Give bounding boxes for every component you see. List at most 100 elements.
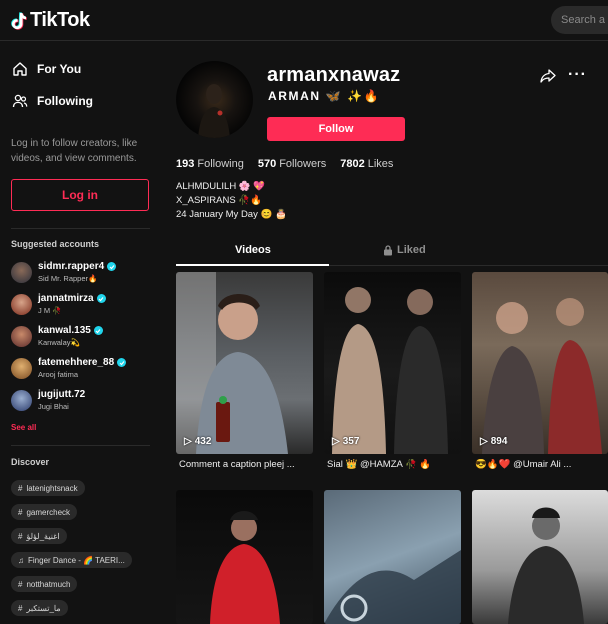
- login-hint: Log in to follow creators, like videos, …: [11, 138, 138, 164]
- video-thumbnail[interactable]: [472, 490, 608, 624]
- followers-count: 570: [257, 158, 277, 170]
- more-options-icon[interactable]: ···: [568, 66, 587, 84]
- following-label: Following: [197, 158, 244, 170]
- discover-tag[interactable]: # اغنية_لؤلؤ: [11, 528, 67, 544]
- discover-music[interactable]: ♫ Finger Dance - 🌈 TAERI...: [11, 552, 132, 568]
- hashtag-icon: #: [18, 483, 23, 493]
- followers-stat[interactable]: 570 Followers: [258, 158, 326, 170]
- nav-for-you-label: For You: [37, 62, 82, 76]
- suggested-account[interactable]: sidmr.rapper4 Sid Mr. Rapper🔥: [11, 261, 117, 283]
- video-thumbnail[interactable]: ▷ 432: [176, 272, 313, 454]
- likes-count: 7802: [340, 158, 365, 170]
- discover-tag[interactable]: # latenightsnack: [11, 480, 85, 496]
- view-count-value: 357: [342, 436, 360, 447]
- search-input[interactable]: Search a: [551, 6, 608, 34]
- suggested-account[interactable]: fatemehhere_88 Arooj fatima: [11, 357, 127, 379]
- tab-liked-label: Liked: [397, 244, 426, 256]
- play-icon: ▷: [480, 436, 488, 447]
- video-preview-image: [332, 287, 448, 454]
- suggested-account[interactable]: kanwal.135 Kanwalay💫: [11, 325, 103, 347]
- discover-tag[interactable]: # ما_تستكبر: [11, 600, 68, 616]
- discover-tag-label: gamercheck: [26, 507, 71, 517]
- discover-tag-label: notthatmuch: [26, 579, 71, 589]
- likes-stat: 7802 Likes: [340, 158, 393, 170]
- video-thumbnail[interactable]: [176, 490, 313, 624]
- account-display-name: Arooj fatima: [38, 370, 79, 379]
- lock-icon: [384, 244, 392, 255]
- verified-badge-icon: [96, 294, 106, 303]
- profile-username: armanxnawaz: [267, 64, 401, 86]
- share-icon[interactable]: [540, 68, 556, 89]
- nav-following-label: Following: [37, 94, 93, 108]
- discover-tag[interactable]: # notthatmuch: [11, 576, 78, 592]
- account-display-name: Kanwalay💫: [38, 338, 80, 347]
- avatar: [11, 261, 32, 283]
- people-icon: [12, 94, 28, 108]
- video-preview-image: [324, 550, 461, 624]
- account-username: fatemehhere_88: [38, 357, 115, 368]
- profile-nickname: ARMAN 🦋 ✨🔥: [268, 89, 381, 103]
- logo-text: TikTok: [30, 9, 90, 31]
- divider: [11, 228, 150, 229]
- profile-avatar: [176, 61, 253, 138]
- video-thumbnail[interactable]: ▷ 894: [472, 272, 608, 454]
- suggested-account[interactable]: jugijutt.72 Jugi Bhai: [11, 389, 85, 411]
- verified-badge-icon: [107, 262, 117, 271]
- verified-badge-icon: [93, 326, 103, 335]
- suggested-accounts-title: Suggested accounts: [11, 239, 100, 249]
- video-caption: 😎🔥❤️ @Umair Ali ...: [475, 459, 572, 470]
- view-count-value: 432: [194, 436, 212, 447]
- bio-line: ALHMDULILH 🌸 💖: [176, 181, 266, 192]
- likes-label: Likes: [367, 158, 394, 170]
- bio-line: X_ASPIRANS 🥀🔥: [176, 195, 262, 206]
- view-count-value: 894: [490, 436, 508, 447]
- suggested-account[interactable]: jannatmirza J M 🥀: [11, 293, 106, 315]
- account-display-name: J M 🥀: [38, 306, 62, 315]
- tiktok-logo[interactable]: TikTok: [11, 9, 90, 32]
- active-tab-indicator: [176, 264, 329, 266]
- video-caption: Sial 👑 @HAMZA 🥀 🔥: [327, 459, 432, 470]
- nav-following[interactable]: Following: [12, 93, 93, 109]
- video-preview-image: [482, 298, 602, 454]
- account-display-name: Jugi Bhai: [38, 402, 69, 411]
- video-preview-image: [176, 272, 288, 454]
- video-preview-image: [508, 507, 584, 624]
- see-all-link[interactable]: See all: [11, 423, 36, 432]
- nav-for-you[interactable]: For You: [12, 61, 81, 77]
- avatar: [11, 293, 32, 315]
- avatar: [11, 325, 32, 347]
- tiktok-note-icon: [11, 11, 27, 30]
- profile-stats: 193 Following 570 Followers 7802 Likes: [176, 158, 393, 170]
- tab-liked[interactable]: Liked: [383, 244, 426, 256]
- follow-button[interactable]: Follow: [267, 117, 405, 141]
- home-icon: [13, 62, 27, 76]
- video-thumbnail[interactable]: ▷ 357: [324, 272, 461, 454]
- top-bar: TikTok Search a: [0, 0, 608, 41]
- tab-videos[interactable]: Videos: [235, 244, 271, 256]
- discover-tag[interactable]: # gamercheck: [11, 504, 78, 520]
- hashtag-icon: #: [18, 507, 23, 517]
- account-username: sidmr.rapper4: [38, 261, 105, 272]
- divider: [11, 445, 150, 446]
- hashtag-icon: #: [18, 579, 23, 589]
- following-stat[interactable]: 193 Following: [176, 158, 244, 170]
- play-icon: ▷: [332, 436, 340, 447]
- video-preview-image: [210, 511, 280, 624]
- account-username: jannatmirza: [38, 293, 94, 304]
- verified-badge-icon: [117, 358, 127, 367]
- play-icon: ▷: [184, 436, 192, 447]
- discover-tag-label: ما_تستكبر: [26, 603, 61, 613]
- video-thumbnail[interactable]: [324, 490, 461, 624]
- bio-line: 24 January My Day 😊 🎂: [176, 209, 287, 220]
- avatar: [11, 389, 32, 411]
- tab-videos-label: Videos: [235, 244, 271, 256]
- video-caption: Comment a caption pleej ...: [179, 459, 295, 470]
- sidebar: For You Following Log in to follow creat…: [0, 41, 160, 624]
- following-count: 193: [176, 158, 195, 170]
- followers-label: Followers: [279, 158, 327, 170]
- account-display-name: Sid Mr. Rapper🔥: [38, 274, 98, 283]
- view-count: ▷ 894: [480, 436, 507, 447]
- login-button[interactable]: Log in: [11, 179, 149, 211]
- view-count: ▷ 357: [332, 436, 359, 447]
- discover-tag-label: latenightsnack: [26, 483, 78, 493]
